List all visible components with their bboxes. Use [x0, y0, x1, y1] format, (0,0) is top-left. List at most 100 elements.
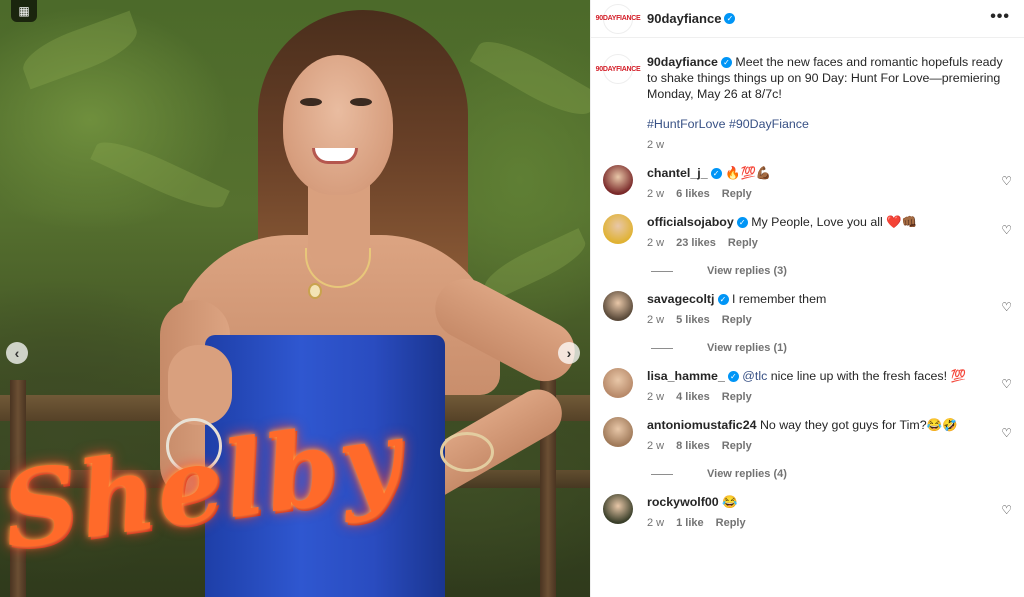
commenter-avatar[interactable] [603, 417, 633, 447]
comment-block: lisa_hamme_ ✓ @tlc nice line up with the … [591, 368, 1024, 403]
verified-icon: ✓ [717, 294, 729, 306]
comment-username[interactable]: officialsojaboy [647, 215, 734, 229]
view-replies-label: View replies (3) [707, 265, 787, 277]
eye [300, 98, 322, 106]
comment-line: rockywolf00 😂 [647, 494, 984, 510]
verified-icon: ✓ [710, 168, 722, 180]
like-heart-icon[interactable]: ♡ [1001, 503, 1012, 517]
comment: lisa_hamme_ ✓ @tlc nice line up with the … [591, 368, 1024, 403]
comment-username[interactable]: antoniomustafic24 [647, 418, 756, 432]
comment-text: My People, Love you all ❤️👊🏾 [751, 215, 918, 229]
commenter-avatar[interactable] [603, 165, 633, 195]
verified-icon: ✓ [727, 371, 739, 383]
view-replies-button[interactable]: View replies (1) [651, 342, 1024, 354]
comment-likes[interactable]: 4 likes [676, 391, 710, 403]
comment-time: 2 w [647, 440, 665, 452]
post-image[interactable]: Shelby ▦ ‹ › [0, 0, 590, 597]
commenter-avatar[interactable] [603, 494, 633, 524]
caption: 90DAYFIANCE 90dayfiance ✓ Meet the new fa… [591, 38, 1024, 151]
comment-username[interactable]: rockywolf00 [647, 495, 719, 509]
comment: officialsojaboy ✓ My People, Love you all… [591, 214, 1024, 249]
comment-meta: 2 w 6 likes Reply [647, 188, 984, 200]
view-replies-button[interactable]: View replies (3) [651, 265, 1024, 277]
comment-likes[interactable]: 5 likes [676, 314, 710, 326]
comment-body: chantel_j_ ✓ 🔥💯💪🏾 2 w 6 likes Reply [647, 165, 1012, 200]
comment-likes[interactable]: 8 likes [676, 440, 710, 452]
hand [168, 345, 232, 425]
reply-button[interactable]: Reply [722, 391, 752, 403]
reply-button[interactable]: Reply [722, 314, 752, 326]
comment-username[interactable]: chantel_j_ [647, 166, 708, 180]
comment-likes[interactable]: 6 likes [676, 188, 710, 200]
comment-mention[interactable]: @tlc [742, 369, 770, 383]
comment-block: rockywolf00 😂 2 w 1 like Reply ♡ [591, 494, 1024, 529]
comment-meta: 2 w 1 like Reply [647, 517, 984, 529]
comment-body: savagecoltj ✓ I remember them 2 w 5 likes Re… [647, 291, 1012, 326]
comment-block: savagecoltj ✓ I remember them 2 w 5 likes Re… [591, 291, 1024, 354]
comment-meta: 2 w 8 likes Reply [647, 440, 984, 452]
comment-likes[interactable]: 1 like [676, 517, 704, 529]
bracelet [440, 432, 494, 472]
comment-body: rockywolf00 😂 2 w 1 like Reply [647, 494, 1012, 529]
comment-block: chantel_j_ ✓ 🔥💯💪🏾 2 w 6 likes Reply ♡ [591, 165, 1024, 200]
comment-block: antoniomustafic24 No way they got guys f… [591, 417, 1024, 480]
commenter-avatar[interactable] [603, 368, 633, 398]
comment: chantel_j_ ✓ 🔥💯💪🏾 2 w 6 likes Reply ♡ [591, 165, 1024, 200]
comment-meta: 2 w 23 likes Reply [647, 237, 984, 249]
like-heart-icon[interactable]: ♡ [1001, 377, 1012, 391]
replies-divider [651, 347, 673, 349]
replies-divider [651, 473, 673, 475]
view-replies-label: View replies (1) [707, 342, 787, 354]
commenter-avatar[interactable] [603, 291, 633, 321]
replies-divider [651, 270, 673, 272]
caption-hashtags[interactable]: #HuntForLove #90DayFiance [647, 117, 1012, 131]
like-heart-icon[interactable]: ♡ [1001, 174, 1012, 188]
caption-time: 2 w [647, 139, 665, 151]
next-arrow-icon[interactable]: › [558, 342, 580, 364]
comment: antoniomustafic24 No way they got guys f… [591, 417, 1024, 452]
comment: rockywolf00 😂 2 w 1 like Reply ♡ [591, 494, 1024, 529]
comment-username[interactable]: lisa_hamme_ [647, 369, 725, 383]
account-avatar[interactable]: 90DAYFIANCE [596, 3, 641, 34]
grid-icon[interactable]: ▦ [11, 0, 37, 22]
comment-text: 😂 [722, 495, 738, 509]
reply-button[interactable]: Reply [716, 517, 746, 529]
view-replies-label: View replies (4) [707, 468, 787, 480]
comment-meta: 2 w 4 likes Reply [647, 391, 984, 403]
comment-body: lisa_hamme_ ✓ @tlc nice line up with the … [647, 368, 1012, 403]
header-username[interactable]: 90dayfiance [647, 11, 721, 26]
comment-time: 2 w [647, 188, 665, 200]
comment-likes[interactable]: 23 likes [676, 237, 716, 249]
verified-icon: ✓ [736, 217, 748, 229]
comment-list: chantel_j_ ✓ 🔥💯💪🏾 2 w6 likes Reply ♡ official… [591, 165, 1024, 529]
comment-block: officialsojaboy ✓ My People, Love you all… [591, 214, 1024, 277]
face [283, 55, 393, 195]
foliage [90, 131, 230, 219]
foliage [16, 10, 144, 90]
like-heart-icon[interactable]: ♡ [1001, 426, 1012, 440]
commenter-avatar[interactable] [603, 214, 633, 244]
eye [350, 98, 372, 106]
foliage [469, 29, 590, 127]
reply-button[interactable]: Reply [722, 188, 752, 200]
comment-body: antoniomustafic24 No way they got guys f… [647, 417, 1012, 452]
like-heart-icon[interactable]: ♡ [1001, 300, 1012, 314]
reply-button[interactable]: Reply [722, 440, 752, 452]
like-heart-icon[interactable]: ♡ [1001, 223, 1012, 237]
more-options-icon[interactable]: ••• [990, 8, 1010, 26]
comment-line: antoniomustafic24 No way they got guys f… [647, 417, 984, 433]
comment-time: 2 w [647, 314, 665, 326]
view-replies-button[interactable]: View replies (4) [651, 468, 1024, 480]
caption-username[interactable]: 90dayfiance [647, 55, 718, 69]
verified-icon: ✓ [720, 57, 732, 69]
verified-icon: ✓ [724, 13, 736, 24]
comments-panel: 90DAYFIANCE 90dayfiance ✓ ••• 90DAYFIANC… [590, 0, 1024, 597]
caption-avatar[interactable]: 90DAYFIANCE [596, 54, 641, 84]
comment-line: chantel_j_ ✓ 🔥💯💪🏾 [647, 165, 984, 181]
comment-text: I remember them [731, 292, 827, 306]
prev-arrow-icon[interactable]: ‹ [6, 342, 28, 364]
comment-text: No way they got guys for Tim?😂🤣 [759, 418, 958, 432]
comment-username[interactable]: savagecoltj [647, 292, 715, 306]
reply-button[interactable]: Reply [728, 237, 758, 249]
post-header: 90DAYFIANCE 90dayfiance ✓ ••• [591, 0, 1024, 38]
